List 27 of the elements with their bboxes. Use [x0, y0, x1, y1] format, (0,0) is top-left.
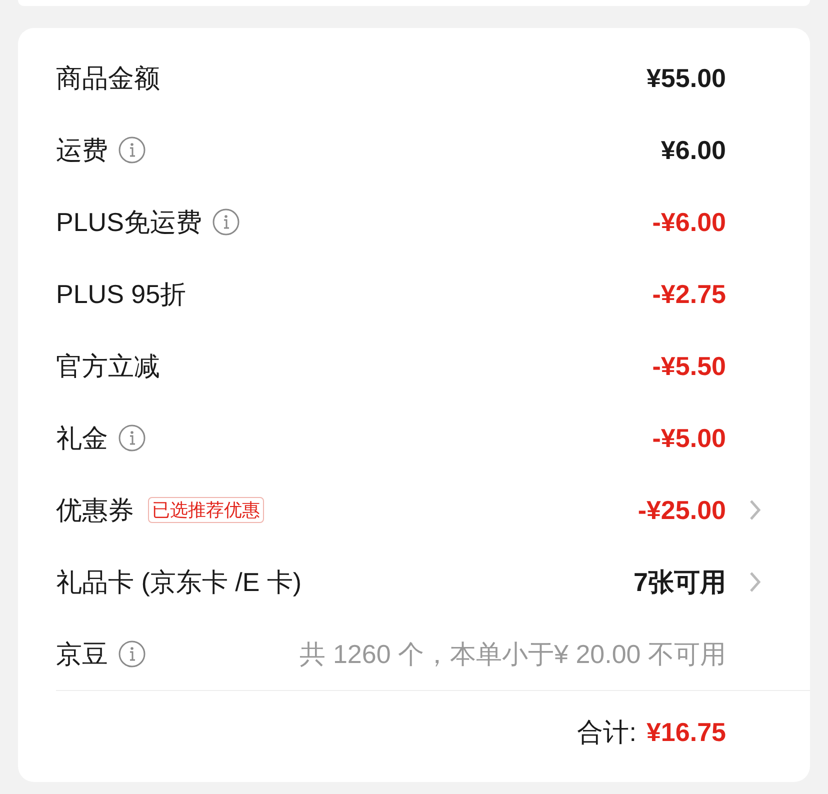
row-label: 运费	[56, 134, 108, 166]
chevron-right-icon[interactable]	[748, 570, 762, 594]
row-value: ¥6.00	[660, 134, 726, 166]
row-value: 7张可用	[634, 566, 726, 598]
info-icon[interactable]	[118, 424, 146, 452]
row-label: 商品金额	[56, 62, 160, 94]
row-value: -¥2.75	[652, 278, 726, 310]
row-value: ¥55.00	[646, 62, 726, 94]
row-value: -¥6.00	[652, 206, 726, 238]
row-label: PLUS免运费	[56, 206, 202, 238]
row-label: PLUS 95折	[56, 278, 186, 310]
row-label: 官方立减	[56, 350, 160, 382]
row-value: -¥5.00	[652, 422, 726, 454]
row-label: 礼品卡 (京东卡 /E 卡)	[56, 566, 302, 598]
recommended-tag: 已选推荐优惠	[148, 497, 264, 523]
info-icon[interactable]	[212, 208, 240, 236]
info-icon[interactable]	[118, 136, 146, 164]
row-label: 京豆	[56, 638, 108, 670]
row-label: 优惠券	[56, 494, 134, 526]
info-icon[interactable]	[118, 640, 146, 668]
total-label: 合计:	[577, 716, 636, 749]
total-value: ¥16.75	[646, 716, 726, 749]
chevron-right-icon[interactable]	[748, 498, 762, 522]
row-value: 共 1260 个，本单小于¥ 20.00 不可用	[300, 638, 726, 670]
row-value: -¥5.50	[652, 350, 726, 382]
row-label: 礼金	[56, 422, 108, 454]
row-value: -¥25.00	[638, 494, 726, 526]
